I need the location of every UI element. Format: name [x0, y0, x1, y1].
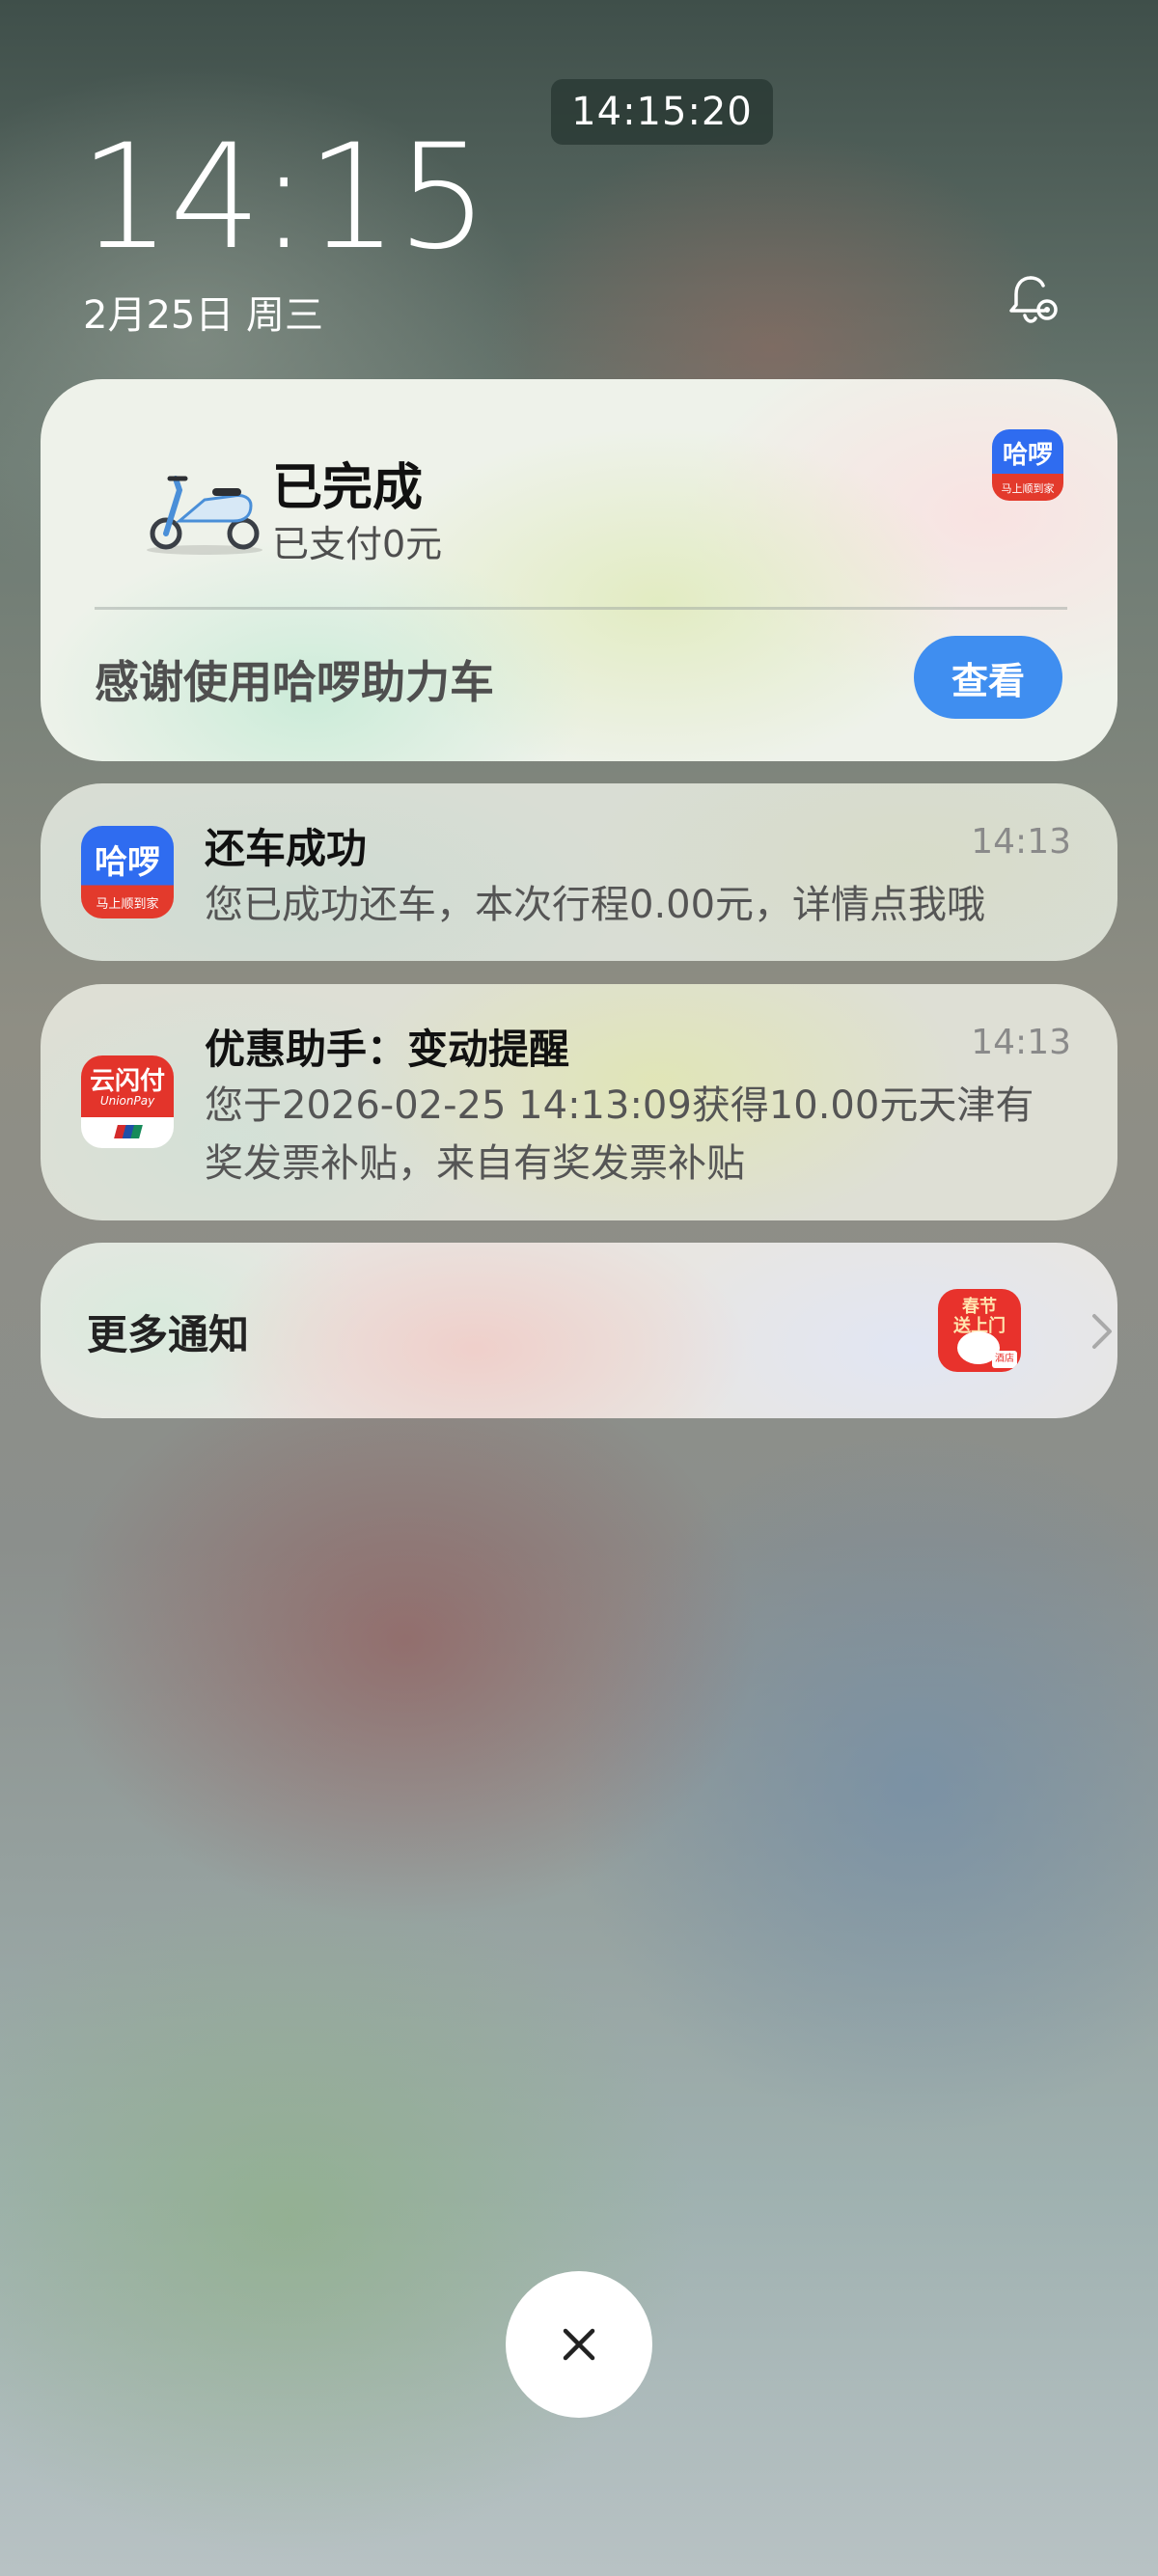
unionpay-stripes — [114, 1125, 143, 1138]
notification-time: 14:13 — [971, 822, 1071, 862]
live-activity-card[interactable]: 已完成 已支付0元 哈啰 马上顺到家 感谢使用哈啰助力车 查看 — [41, 379, 1117, 761]
live-activity-message: 感谢使用哈啰助力车 — [95, 656, 494, 708]
status-time-pill: 14:15:20 — [551, 79, 773, 145]
close-icon — [563, 2328, 595, 2361]
lockscreen-date: 2月25日 周三 — [83, 293, 324, 338]
notification-body: 您于2026-02-25 14:13:09获得10.00元天津有奖发票补贴，来自… — [205, 1083, 1034, 1186]
live-activity-title: 已完成 — [272, 459, 424, 517]
hello-app-icon-text: 哈啰 — [95, 843, 160, 882]
chevron-right-icon — [1092, 1314, 1112, 1349]
hello-app-icon: 哈啰 马上顺到家 — [81, 826, 174, 918]
jd-icon-tag: 酒店 — [992, 1351, 1017, 1368]
divider — [95, 607, 1067, 610]
more-notifications-card[interactable]: 更多通知 春节 送上门 酒店 — [41, 1243, 1117, 1418]
lockscreen-clock: 14:15 — [79, 114, 488, 282]
view-button[interactable]: 查看 — [914, 636, 1062, 719]
unionpay-icon-band: 云闪付 UnionPay — [81, 1055, 174, 1117]
hello-app-icon-text: 哈啰 — [1002, 441, 1053, 470]
hello-app-icon-subtext: 马上顺到家 — [96, 897, 159, 912]
jd-app-icon: 春节 送上门 酒店 — [938, 1289, 1021, 1372]
unionpay-app-icon: 云闪付 UnionPay — [81, 1055, 174, 1148]
notification-time: 14:13 — [971, 1023, 1071, 1062]
notification-body: 您已成功还车，本次行程0.00元，详情点我哦 — [205, 883, 986, 927]
notification-title: 优惠助手：变动提醒 — [205, 1026, 570, 1073]
close-button[interactable] — [506, 2271, 652, 2418]
notification-return-bike[interactable]: 哈啰 马上顺到家 还车成功 14:13 您已成功还车，本次行程0.00元，详情点… — [41, 783, 1117, 961]
hello-app-icon-subtext: 马上顺到家 — [1001, 482, 1055, 495]
notification-coupon-helper[interactable]: 云闪付 UnionPay 优惠助手：变动提醒 14:13 您于2026-02-2… — [41, 984, 1117, 1220]
more-notifications-label: 更多通知 — [87, 1311, 250, 1358]
hello-app-icon: 哈啰 马上顺到家 — [992, 429, 1063, 501]
live-activity-subtitle: 已支付0元 — [272, 523, 443, 565]
unionpay-icon-subtext: UnionPay — [99, 1094, 155, 1108]
unionpay-icon-text: 云闪付 — [89, 1067, 165, 1096]
scooter-icon — [147, 476, 262, 555]
notification-title: 还车成功 — [205, 825, 368, 872]
bell-settings-icon[interactable] — [1004, 270, 1062, 328]
